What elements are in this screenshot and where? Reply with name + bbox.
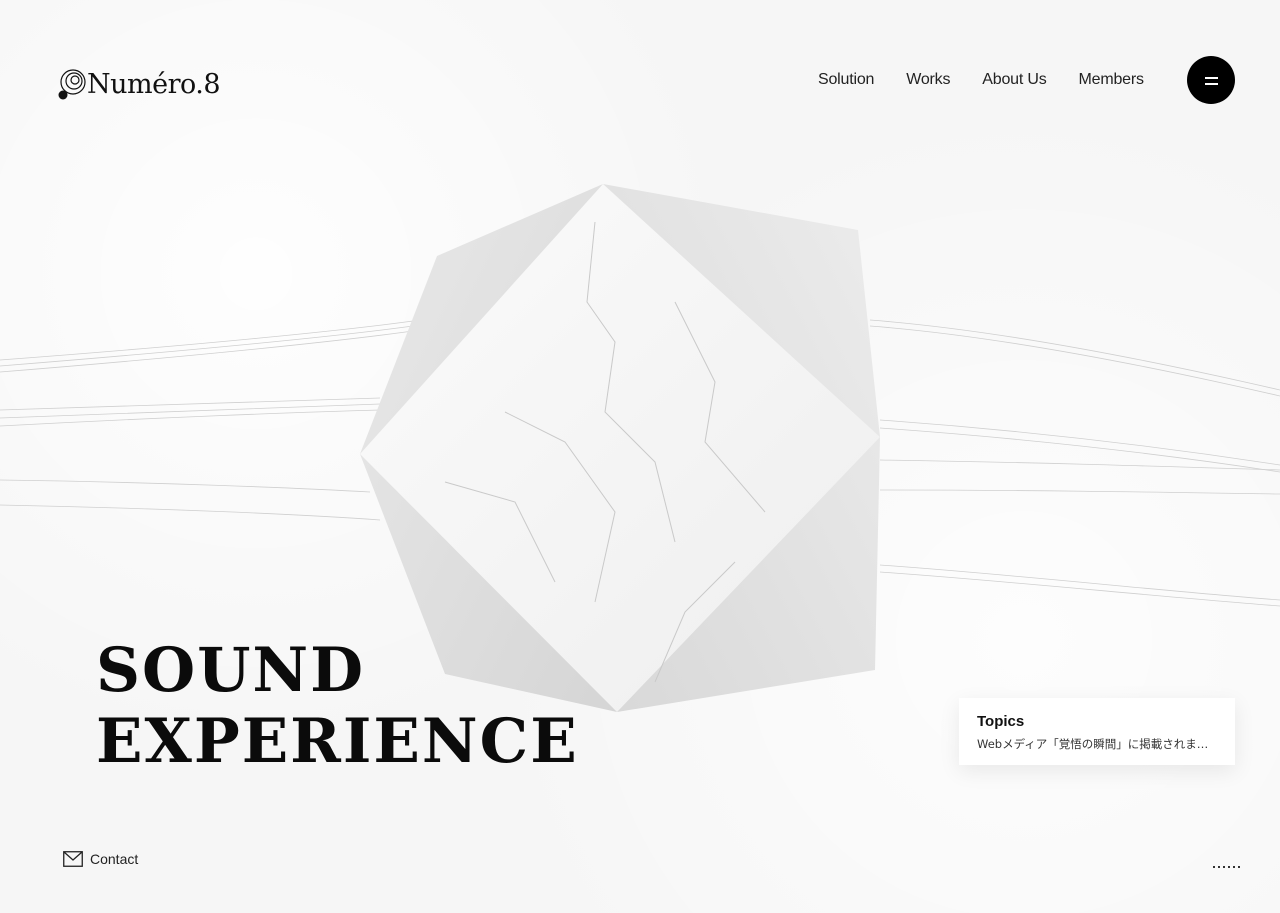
nav-solution[interactable]: Solution	[818, 69, 874, 91]
contact-link[interactable]: Contact	[63, 851, 138, 867]
hero-title-line1: SOUND	[96, 635, 366, 706]
nav-about-us[interactable]: About Us	[982, 69, 1046, 91]
hero-title-line2: EXPERIENCE	[96, 706, 579, 777]
brand-name: Numéro.8	[87, 68, 221, 100]
brand-logo[interactable]: Numéro.8	[57, 66, 221, 102]
contact-label: Contact	[90, 851, 139, 867]
swirl-logo-icon	[58, 69, 86, 100]
topics-card[interactable]: Topics Webメディア「覚悟の瞬間」に掲載されました	[959, 698, 1235, 765]
nav-members[interactable]: Members	[1079, 69, 1144, 91]
hero-title: SOUND EXPERIENCE	[96, 635, 579, 777]
dotted-line-icon	[1213, 866, 1240, 868]
mail-icon	[63, 851, 83, 867]
topics-title: Topics	[977, 713, 1025, 730]
main-nav: Solution Works About Us Members	[818, 69, 1176, 91]
hamburger-icon	[1204, 76, 1218, 85]
menu-button[interactable]	[1187, 56, 1235, 104]
topics-text[interactable]: Webメディア「覚悟の瞬間」に掲載されました	[977, 737, 1217, 751]
site-header: Numéro.8 Solution Works About Us Members	[0, 0, 1280, 160]
nav-works[interactable]: Works	[906, 69, 950, 91]
